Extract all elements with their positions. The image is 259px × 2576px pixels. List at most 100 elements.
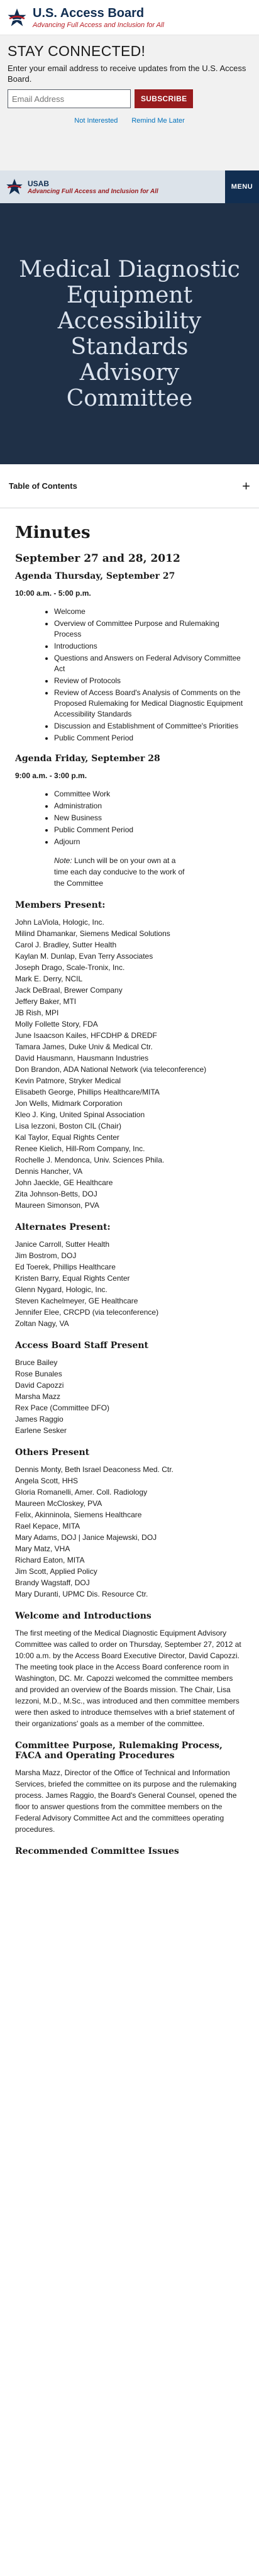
list-item: Questions and Answers on Federal Advisor… [54, 653, 244, 674]
email-input[interactable] [8, 89, 131, 108]
list-item: Zita Johnson-Betts, DOJ [15, 1190, 97, 1198]
welcome-paragraph: The first meeting of the Medical Diagnos… [15, 1629, 241, 1728]
alternates-list: Janice Carroll, Sutter Health Jim Bostrom… [15, 1239, 244, 1329]
alternates-heading: Alternates Present: [15, 1222, 111, 1232]
list-item: David Hausmann, Hausmann Industries [15, 1054, 149, 1062]
list-item: Kal Taylor, Equal Rights Center [15, 1133, 119, 1142]
subscribe-button[interactable]: SUBSCRIBE [135, 89, 194, 108]
list-item: Marsha Mazz [15, 1392, 61, 1401]
recommended-heading: Recommended Committee Issues [15, 1846, 179, 1856]
nav-logo-icon [6, 179, 23, 194]
list-item: Janice Carroll, Sutter Health [15, 1240, 110, 1249]
note-text: Lunch will be on your own at a time each… [54, 856, 185, 888]
nav-brand[interactable]: USAB Advancing Full Access and Inclusion… [0, 177, 158, 196]
purpose-heading: Committee Purpose, Rulemaking Process, F… [15, 1741, 223, 1761]
list-item: Jeffery Baker, MTI [15, 997, 77, 1006]
nav-bar: USAB Advancing Full Access and Inclusion… [0, 170, 259, 203]
list-item: Earlene Sesker [15, 1426, 67, 1435]
agenda-day1-time: 10:00 a.m. - 5:00 p.m. [15, 589, 91, 598]
list-item: Administration [54, 801, 244, 811]
list-item: Richard Eaton, MITA [15, 1556, 85, 1564]
list-item: Jack DeBraal, Brewer Company [15, 986, 123, 995]
list-item: Jim Scott, Applied Policy [15, 1567, 97, 1576]
remind-later-link[interactable]: Remind Me Later [131, 117, 184, 125]
subscribe-panel: STAY CONNECTED! Enter your email address… [0, 35, 259, 170]
subscribe-form: SUBSCRIBE [8, 89, 251, 108]
list-item: Jennifer Elee, CRCPD (via teleconference… [15, 1308, 159, 1317]
list-item: Rael Kepace, MITA [15, 1522, 80, 1531]
list-item: James Raggio [15, 1415, 63, 1424]
welcome-heading: Welcome and Introductions [15, 1611, 152, 1621]
list-item: Rose Bunales [15, 1369, 62, 1378]
list-item: Tamara James, Duke Univ & Medical Ctr. [15, 1042, 153, 1051]
list-item: Review of Access Board's Analysis of Com… [54, 688, 244, 720]
meeting-date: September 27 and 28, 2012 [15, 552, 180, 565]
nav-tagline: Advancing Full Access and Inclusion for … [28, 187, 158, 195]
agenda-day2-time: 9:00 a.m. - 3:00 p.m. [15, 771, 87, 780]
list-item: Maureen Simonson, PVA [15, 1201, 99, 1210]
list-item: Dennis Hancher, VA [15, 1167, 83, 1176]
list-item: Don Brandon, ADA National Network (via t… [15, 1065, 207, 1074]
brand-title[interactable]: U.S. Access Board [33, 6, 164, 21]
agenda-day1-list: Welcome Overview of Committee Purpose an… [54, 606, 244, 744]
list-item: New Business [54, 813, 244, 823]
list-item: Discussion and Establishment of Committe… [54, 721, 244, 732]
list-item: Mary Duranti, UPMC Dis. Resource Ctr. [15, 1590, 148, 1598]
agenda-day1-heading: Agenda Thursday, September 27 [15, 571, 175, 581]
list-item: Committee Work [54, 789, 244, 800]
list-item: Mark E. Derry, NCIL [15, 974, 83, 983]
list-item: Steven Kachelmeyer, GE Healthcare [15, 1296, 138, 1305]
list-item: Glenn Nygard, Hologic, Inc. [15, 1285, 107, 1294]
list-item: Bruce Bailey [15, 1358, 58, 1367]
list-item: Felix, Akinninola, Siemens Healthcare [15, 1510, 142, 1519]
list-item: Public Comment Period [54, 733, 244, 744]
list-item: Rochelle J. Mendonca, Univ. Sciences Phi… [15, 1156, 165, 1164]
list-item: Introductions [54, 641, 244, 652]
others-list: Dennis Monty, Beth Israel Deaconess Med.… [15, 1464, 244, 1600]
lunch-note: Note: Lunch will be on your own at a tim… [54, 855, 186, 889]
list-item: June Isaacson Kailes, HFCDHP & DREDF [15, 1031, 157, 1040]
list-item: Angela Scott, HHS [15, 1476, 79, 1485]
list-item: Lisa Iezzoni, Boston CIL (Chair) [15, 1122, 121, 1130]
list-item: Joseph Drago, Scale-Tronix, Inc. [15, 963, 125, 972]
hero-banner: Medical Diagnostic Equipment Accessibili… [0, 203, 259, 464]
list-item: Zoltan Nagy, VA [15, 1319, 69, 1328]
list-item: Renee Kielich, Hill-Rom Company, Inc. [15, 1144, 145, 1153]
list-item: Kleo J. King, United Spinal Association [15, 1110, 145, 1119]
subscribe-heading: STAY CONNECTED! [8, 43, 146, 59]
list-item: Adjourn [54, 837, 244, 847]
list-item: Milind Dhamankar, Siemens Medical Soluti… [15, 929, 170, 938]
list-item: Mary Adams, DOJ | Janice Majewski, DOJ [15, 1533, 157, 1542]
list-item: Brandy Wagstaff, DOJ [15, 1578, 90, 1587]
list-item: Welcome [54, 606, 244, 617]
plus-icon: + [242, 477, 250, 494]
members-heading: Members Present: [15, 900, 106, 910]
list-item: JB Rish, MPI [15, 1008, 59, 1017]
list-item: John Jaeckle, GE Healthcare [15, 1178, 113, 1187]
list-item: Elisabeth George, Phillips Healthcare/MI… [15, 1088, 160, 1096]
brand-tagline: Advancing Full Access and Inclusion for … [33, 21, 164, 29]
note-label: Note: [54, 856, 72, 865]
site-header: U.S. Access Board Advancing Full Access … [0, 0, 259, 35]
table-of-contents-toggle[interactable]: Table of Contents + [0, 464, 259, 508]
minutes-heading: Minutes [15, 523, 91, 542]
members-list: John LaViola, Hologic, Inc. Milind Dhaman… [15, 917, 244, 1211]
list-item: Public Comment Period [54, 825, 244, 835]
list-item: Maureen McCloskey, PVA [15, 1499, 102, 1508]
list-item: Kaylan M. Dunlap, Evan Terry Associates [15, 952, 153, 961]
purpose-paragraph: Marsha Mazz, Director of the Office of T… [15, 1768, 237, 1834]
page-title: Medical Diagnostic Equipment Accessibili… [19, 256, 240, 411]
not-interested-link[interactable]: Not Interested [74, 117, 118, 125]
access-board-logo-icon[interactable] [6, 7, 28, 28]
list-item: Carol J. Bradley, Sutter Health [15, 940, 117, 949]
agenda-day2-list: Committee Work Administration New Busine… [54, 789, 244, 847]
menu-button[interactable]: MENU [225, 170, 259, 203]
list-item: John LaViola, Hologic, Inc. [15, 918, 104, 927]
staff-heading: Access Board Staff Present [15, 1341, 148, 1351]
list-item: Dennis Monty, Beth Israel Deaconess Med.… [15, 1465, 174, 1474]
nav-title: USAB [28, 179, 50, 188]
list-item: Review of Protocols [54, 676, 244, 686]
list-item: Kristen Barry, Equal Rights Center [15, 1274, 130, 1283]
list-item: Molly Follette Story, FDA [15, 1020, 98, 1029]
subscribe-links: Not Interested Remind Me Later [8, 117, 251, 125]
